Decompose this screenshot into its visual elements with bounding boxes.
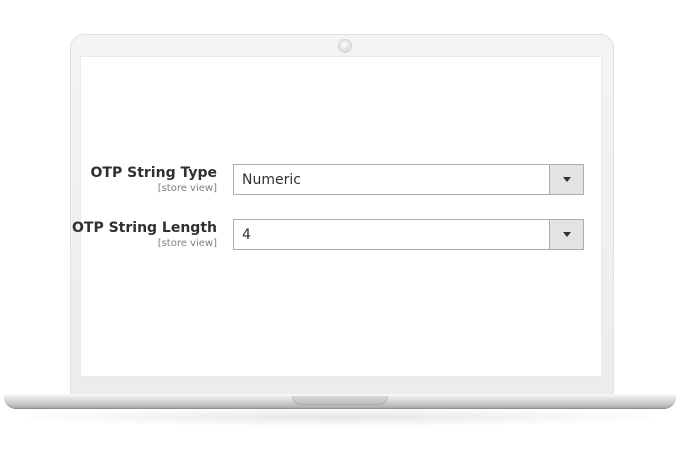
otp-string-type-label: OTP String Type [90, 165, 217, 181]
laptop-hinge-notch [292, 396, 388, 405]
laptop-mockup: OTP String Type [store view] Numeric OTP… [0, 0, 680, 450]
otp-string-length-label: OTP String Length [72, 220, 217, 236]
otp-string-type-label-group: OTP String Type [store view] [91, 165, 217, 195]
otp-string-type-scope: [store view] [157, 183, 217, 194]
otp-string-length-scope: [store view] [157, 238, 217, 249]
otp-string-type-select[interactable]: Numeric [233, 164, 584, 195]
chevron-down-icon[interactable] [549, 165, 583, 194]
otp-string-length-row: OTP String Length [store view] 4 [72, 219, 601, 253]
otp-string-length-value: 4 [242, 227, 251, 243]
otp-string-length-select[interactable]: 4 [233, 219, 584, 250]
otp-string-type-value: Numeric [242, 172, 301, 188]
laptop-screen [81, 57, 601, 376]
chevron-down-icon[interactable] [549, 220, 583, 249]
otp-string-type-row: OTP String Type [store view] Numeric [81, 164, 601, 198]
webcam-icon [339, 40, 351, 52]
otp-string-length-label-group: OTP String Length [store view] [72, 220, 217, 250]
laptop-shadow [20, 408, 660, 426]
